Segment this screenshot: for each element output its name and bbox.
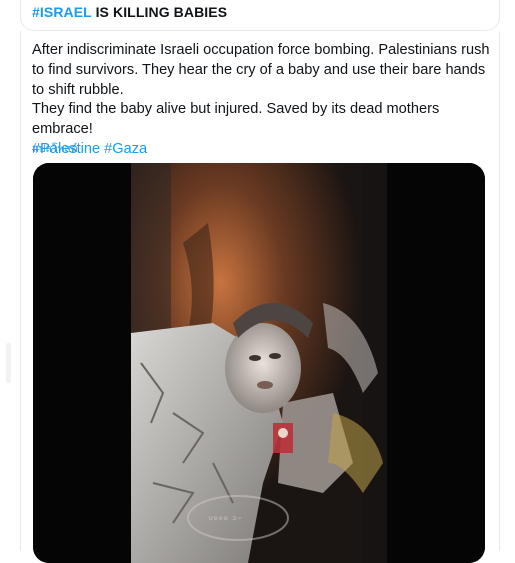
headline-text: IS KILLING BABIES	[91, 4, 228, 20]
background-edge	[6, 343, 11, 383]
quoted-headline: #ISRAEL IS KILLING BABIES	[32, 4, 227, 20]
tweet-text: After indiscriminate Israeli occupation …	[32, 41, 492, 160]
hashtag-israel-link[interactable]: #ISRAEL	[32, 4, 92, 20]
translate-post-link[interactable]: แปลโพสต์	[32, 140, 78, 157]
tweet-hashtags: #Palestine #Gaza	[32, 140, 492, 160]
video-frame-image: ᐡᐤᐤᐤ ᐣᐨ	[33, 163, 485, 563]
video-watermark: ᐡᐤᐤᐤ ᐣᐨ	[208, 513, 242, 528]
tweet-text-line-2: They find the baby alive but injured. Sa…	[32, 101, 440, 138]
hashtag-gaza-link[interactable]: #Gaza	[104, 141, 147, 157]
tweet-video[interactable]: ᐡᐤᐤᐤ ᐣᐨ	[33, 163, 485, 563]
tweet-text-line-1: After indiscriminate Israeli occupation …	[32, 42, 490, 98]
